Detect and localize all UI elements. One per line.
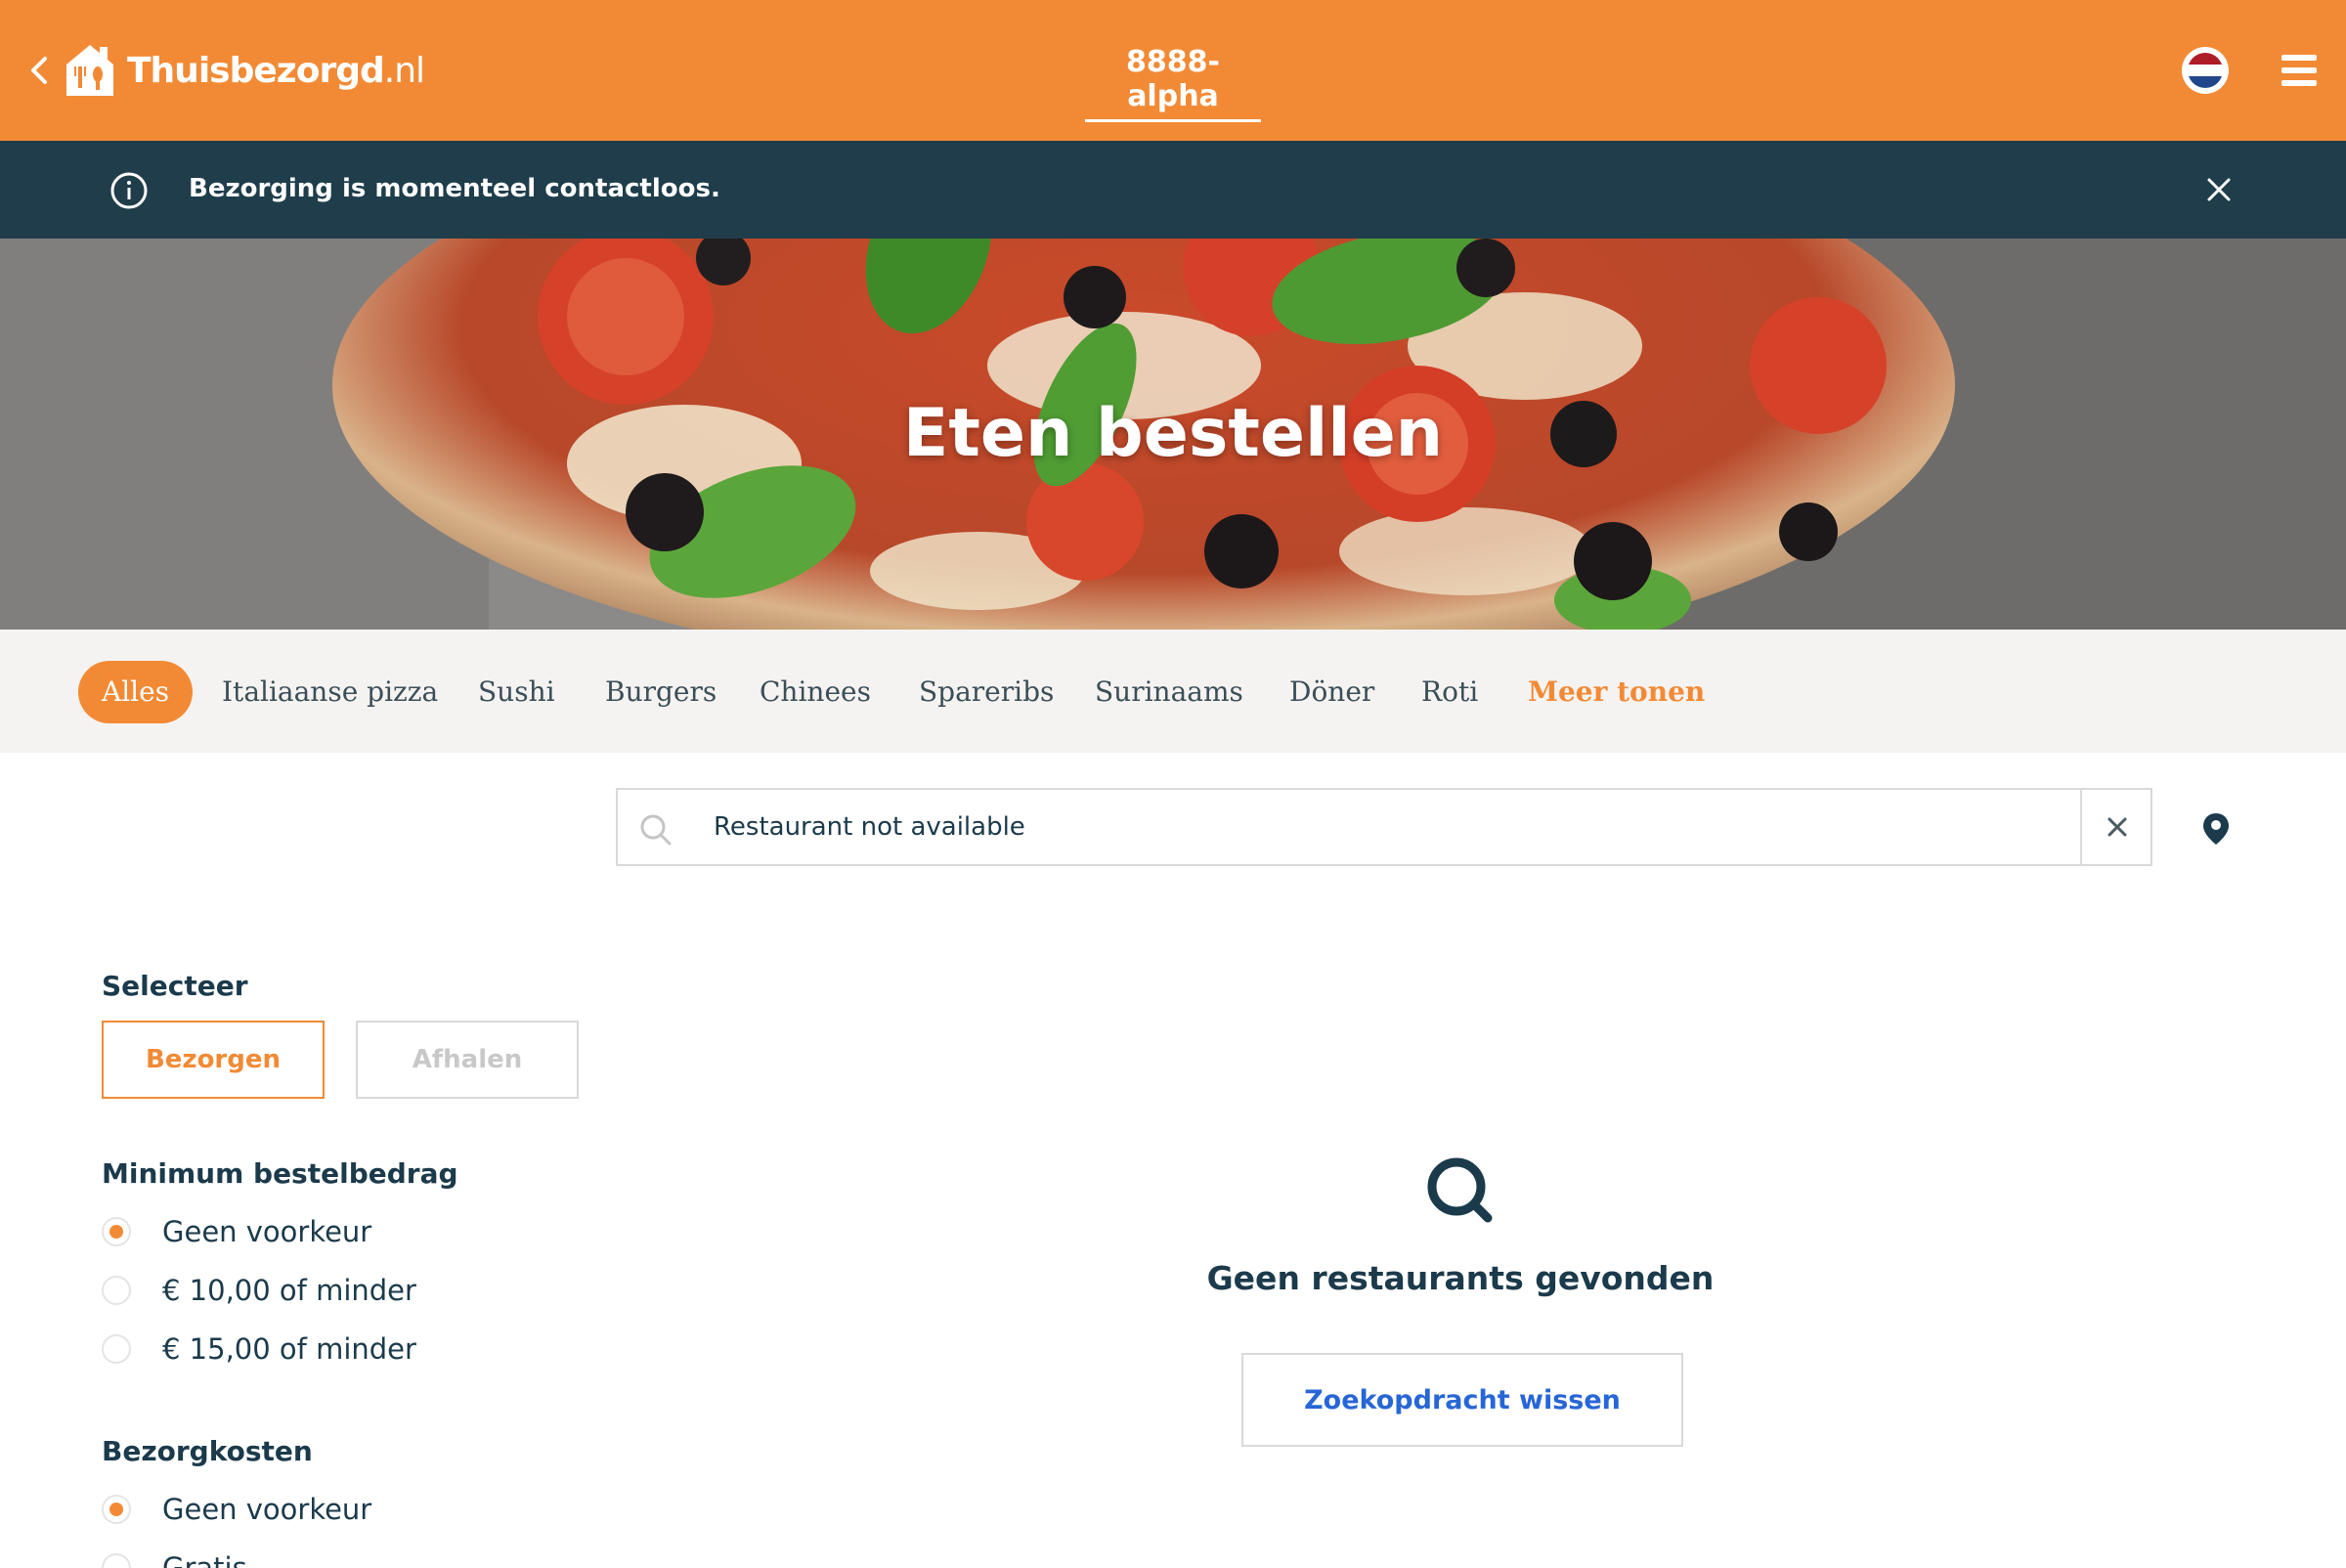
restaurant-title[interactable]: 8888-alpha [1085, 45, 1261, 122]
radio-label: Geen voorkeur [162, 1493, 372, 1526]
category-surinaams[interactable]: Surinaams [1095, 661, 1243, 723]
top-header: Thuisbezorgd.nl 8888-alpha [0, 0, 2346, 141]
min-order-option[interactable]: Geen voorkeur [102, 1212, 371, 1251]
clear-search-button[interactable] [2080, 788, 2152, 866]
info-icon [110, 172, 148, 209]
logo[interactable]: Thuisbezorgd.nl [61, 39, 425, 102]
pickup-toggle-button[interactable]: Afhalen [356, 1021, 579, 1099]
category-chinees[interactable]: Chinees [760, 661, 871, 723]
category-spareribs[interactable]: Spareribs [919, 661, 1054, 723]
category-roti[interactable]: Roti [1421, 661, 1478, 723]
min-order-title: Minimum bestelbedrag [102, 1157, 458, 1190]
category-alles[interactable]: Alles [78, 661, 194, 723]
show-more-categories-link[interactable]: Meer tonen [1528, 661, 1705, 723]
category-italiaanse-pizza[interactable]: Italiaanse pizza [222, 661, 438, 723]
radio-label: € 10,00 of minder [162, 1274, 416, 1307]
category-burgers[interactable]: Burgers [605, 661, 717, 723]
hero-banner: Eten bestellen [0, 239, 2346, 630]
location-pin-icon[interactable] [2201, 811, 2231, 847]
search-icon [1427, 1157, 1493, 1223]
hamburger-menu-icon[interactable] [2281, 55, 2317, 86]
no-results-title: Geen restaurants gevonden [1206, 1259, 1715, 1297]
min-order-option[interactable]: € 10,00 of minder [102, 1271, 416, 1310]
chevron-left-icon[interactable] [25, 51, 55, 90]
category-sushi[interactable]: Sushi [478, 661, 555, 723]
delivery-cost-option[interactable]: Geen voorkeur [102, 1490, 371, 1529]
clear-search-query-button[interactable]: Zoekopdracht wissen [1241, 1353, 1683, 1447]
radio-unchecked[interactable] [102, 1334, 131, 1364]
delivery-toggle-button[interactable]: Bezorgen [102, 1021, 325, 1099]
hero-title: Eten bestellen [902, 395, 1444, 472]
logo-text: Thuisbezorgd.nl [127, 50, 425, 91]
delivery-cost-title: Bezorgkosten [102, 1435, 313, 1467]
min-order-option[interactable]: € 15,00 of minder [102, 1329, 416, 1369]
close-icon[interactable] [2205, 176, 2233, 203]
radio-unchecked[interactable] [102, 1276, 131, 1305]
radio-label: Geen voorkeur [162, 1215, 372, 1248]
language-selector[interactable] [2182, 47, 2229, 94]
category-doner[interactable]: Döner [1289, 661, 1374, 723]
radio-checked[interactable] [102, 1217, 131, 1246]
select-section-title: Selecteer [102, 970, 248, 1002]
search-input[interactable] [714, 807, 2063, 847]
house-logo-icon [66, 45, 113, 96]
info-banner-text: Bezorging is momenteel contactloos. [189, 174, 720, 203]
radio-label: Gratis [162, 1551, 247, 1568]
radio-label: € 15,00 of minder [162, 1332, 416, 1366]
radio-unchecked[interactable] [102, 1553, 131, 1568]
search-icon [640, 814, 672, 846]
close-icon [2107, 817, 2127, 837]
delivery-cost-option[interactable]: Gratis [102, 1548, 247, 1568]
radio-checked[interactable] [102, 1495, 131, 1524]
netherlands-flag-icon [2188, 53, 2223, 88]
